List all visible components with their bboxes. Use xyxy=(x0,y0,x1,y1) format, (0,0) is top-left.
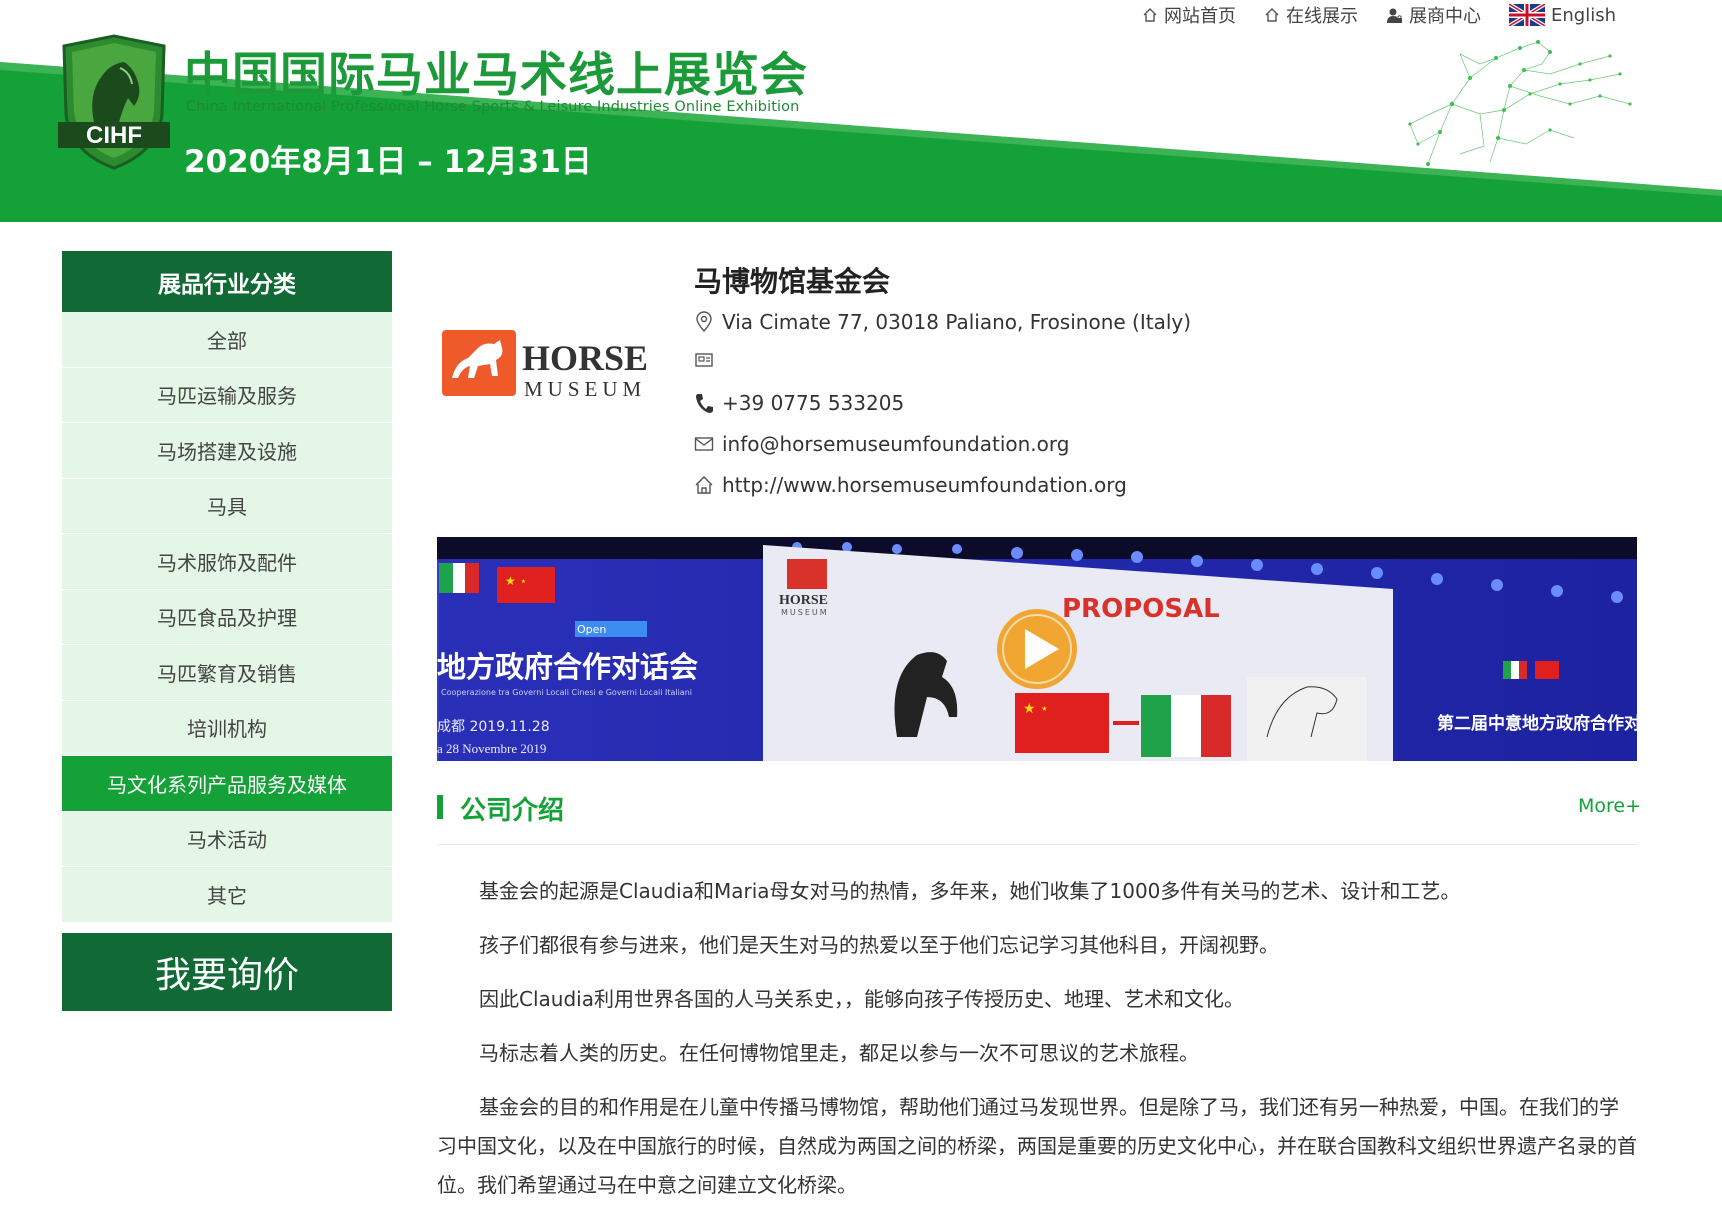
section-marker xyxy=(437,795,443,819)
company-phone: +39 0775 533205 xyxy=(722,391,905,415)
home-icon xyxy=(695,476,713,494)
nav-online-display-label: 在线展示 xyxy=(1286,6,1358,27)
play-icon[interactable] xyxy=(997,609,1077,689)
company-email[interactable]: info@horsemuseumfoundation.org xyxy=(722,432,1069,456)
about-content: 基金会的起源是Claudia和Maria母女对马的热情，多年来，她们收集了100… xyxy=(437,872,1637,1220)
sidebar-item-facilities[interactable]: 马场搭建及设施 xyxy=(62,423,392,479)
about-paragraph: 基金会的目的和作用是在儿童中传播马博物馆，帮助他们通过马发现世界。但是除了马，我… xyxy=(437,1095,1637,1197)
exhibition-date: 2020年8月1日 – 12月31日 xyxy=(184,144,592,180)
about-paragraph: 孩子们都很有参与进来，他们是天生对马的热爱以至于他们忘记学习其他科目，开阔视野。 xyxy=(479,933,1279,957)
sidebar-item-training[interactable]: 培训机构 xyxy=(62,700,392,756)
horse-museum-logo-icon: HORSE MUSEUM xyxy=(442,330,648,401)
user-lock-icon xyxy=(1387,8,1402,23)
company-phone-row: +39 0775 533205 xyxy=(694,391,904,415)
company-video-player[interactable]: ★ ⋆ Open 地方政府合作对话会 Cooperazione tra Gove… xyxy=(437,537,1637,761)
company-address-row: Via Cimate 77, 03018 Paliano, Frosinone … xyxy=(694,310,1191,334)
sidebar-item-breeding[interactable]: 马匹繁育及销售 xyxy=(62,645,392,701)
video-thumbnail: ★ ⋆ Open 地方政府合作对话会 Cooperazione tra Gove… xyxy=(437,537,1637,761)
cihf-logo-icon[interactable]: CIHF xyxy=(58,34,170,170)
nav-home[interactable]: 网站首页 xyxy=(1142,2,1236,28)
svg-text:HORSE: HORSE xyxy=(522,338,648,378)
svg-text:Open: Open xyxy=(577,623,606,636)
top-navigation: 网站首页 在线展示 展商中心 English xyxy=(1142,2,1644,28)
about-more-link[interactable]: More+ xyxy=(1578,795,1641,817)
video-banner-left-text: 地方政府合作对话会 xyxy=(437,650,698,684)
sidebar-heading: 展品行业分类 xyxy=(62,251,392,312)
company-name: 马博物馆基金会 xyxy=(694,265,891,298)
sidebar-item-transport[interactable]: 马匹运输及服务 xyxy=(62,367,392,423)
category-sidebar: 展品行业分类 全部 马匹运输及服务 马场搭建及设施 马具 马术服饰及配件 马匹食… xyxy=(62,251,392,1011)
nav-home-label: 网站首页 xyxy=(1164,6,1236,27)
inquiry-button[interactable]: 我要询价 xyxy=(62,932,392,1011)
site-subtitle: China International Professional Horse S… xyxy=(186,99,800,115)
sidebar-item-feed-care[interactable]: 马匹食品及护理 xyxy=(62,589,392,645)
site-title: 中国国际马业马术线上展览会 xyxy=(184,48,808,103)
about-paragraph: 马标志着人类的历史。在任何博物馆里走，都足以参与一次不可思议的艺术旅程。 xyxy=(479,1041,1199,1065)
phone-icon xyxy=(696,394,713,413)
about-section-title: 公司介绍 xyxy=(460,796,565,826)
nav-exhibitor-center-label: 展商中心 xyxy=(1409,6,1481,27)
location-pin-icon xyxy=(696,311,712,333)
video-slide-title: PROPOSAL xyxy=(1062,594,1220,624)
svg-text:a 28 Novembre 2019: a 28 Novembre 2019 xyxy=(437,741,546,756)
sidebar-item-other[interactable]: 其它 xyxy=(62,867,392,923)
nav-english-label: English xyxy=(1551,4,1616,26)
sidebar-item-tack[interactable]: 马具 xyxy=(62,478,392,534)
nav-exhibitor-center[interactable]: 展商中心 xyxy=(1386,2,1481,28)
nav-english[interactable]: English xyxy=(1509,4,1616,26)
svg-text:MUSEUM: MUSEUM xyxy=(524,377,646,401)
about-paragraph: 基金会的起源是Claudia和Maria母女对马的热情，多年来，她们收集了100… xyxy=(479,879,1461,903)
sidebar-item-apparel[interactable]: 马术服饰及配件 xyxy=(62,534,392,590)
sidebar-item-all[interactable]: 全部 xyxy=(62,312,392,368)
svg-text:Cooperazione tra Governi Local: Cooperazione tra Governi Locali Cinesi e… xyxy=(441,688,692,697)
svg-text:HORSE: HORSE xyxy=(779,593,828,608)
sidebar-item-events[interactable]: 马术活动 xyxy=(62,811,392,867)
nav-online-display[interactable]: 在线展示 xyxy=(1264,2,1358,28)
horse-network-graphic-icon xyxy=(1408,40,1632,166)
svg-text:MUSEUM: MUSEUM xyxy=(781,608,829,617)
company-website-row: http://www.horsemuseumfoundation.org xyxy=(694,473,1127,497)
home-icon xyxy=(1265,8,1279,22)
sidebar-item-culture-media[interactable]: 马文化系列产品服务及媒体 xyxy=(62,756,392,812)
svg-text:CIHF: CIHF xyxy=(86,122,142,149)
svg-text:成都 2019.11.28: 成都 2019.11.28 xyxy=(437,719,550,735)
company-website[interactable]: http://www.horsemuseumfoundation.org xyxy=(722,473,1127,497)
company-fax-row xyxy=(694,351,722,369)
home-icon xyxy=(1143,8,1157,22)
company-address: Via Cimate 77, 03018 Paliano, Frosinone … xyxy=(722,310,1192,334)
about-paragraph: 因此Claudia利用世界各国的人马关系史，，能够向孩子传授历史、地理、艺术和文… xyxy=(479,987,1244,1011)
fax-icon xyxy=(695,353,713,367)
section-divider xyxy=(437,844,1637,845)
svg-text:★ ⋆: ★ ⋆ xyxy=(1023,701,1049,717)
video-banner-right-text: 第二届中意地方政府合作对话会 xyxy=(1437,713,1637,734)
svg-text:★ ⋆: ★ ⋆ xyxy=(505,574,527,588)
uk-flag-icon xyxy=(1509,4,1545,26)
company-email-row: info@horsemuseumfoundation.org xyxy=(694,432,1069,456)
site-header: CIHF 中国国际马业马术线上展览会 China International P… xyxy=(0,0,1722,222)
email-icon xyxy=(694,437,714,451)
